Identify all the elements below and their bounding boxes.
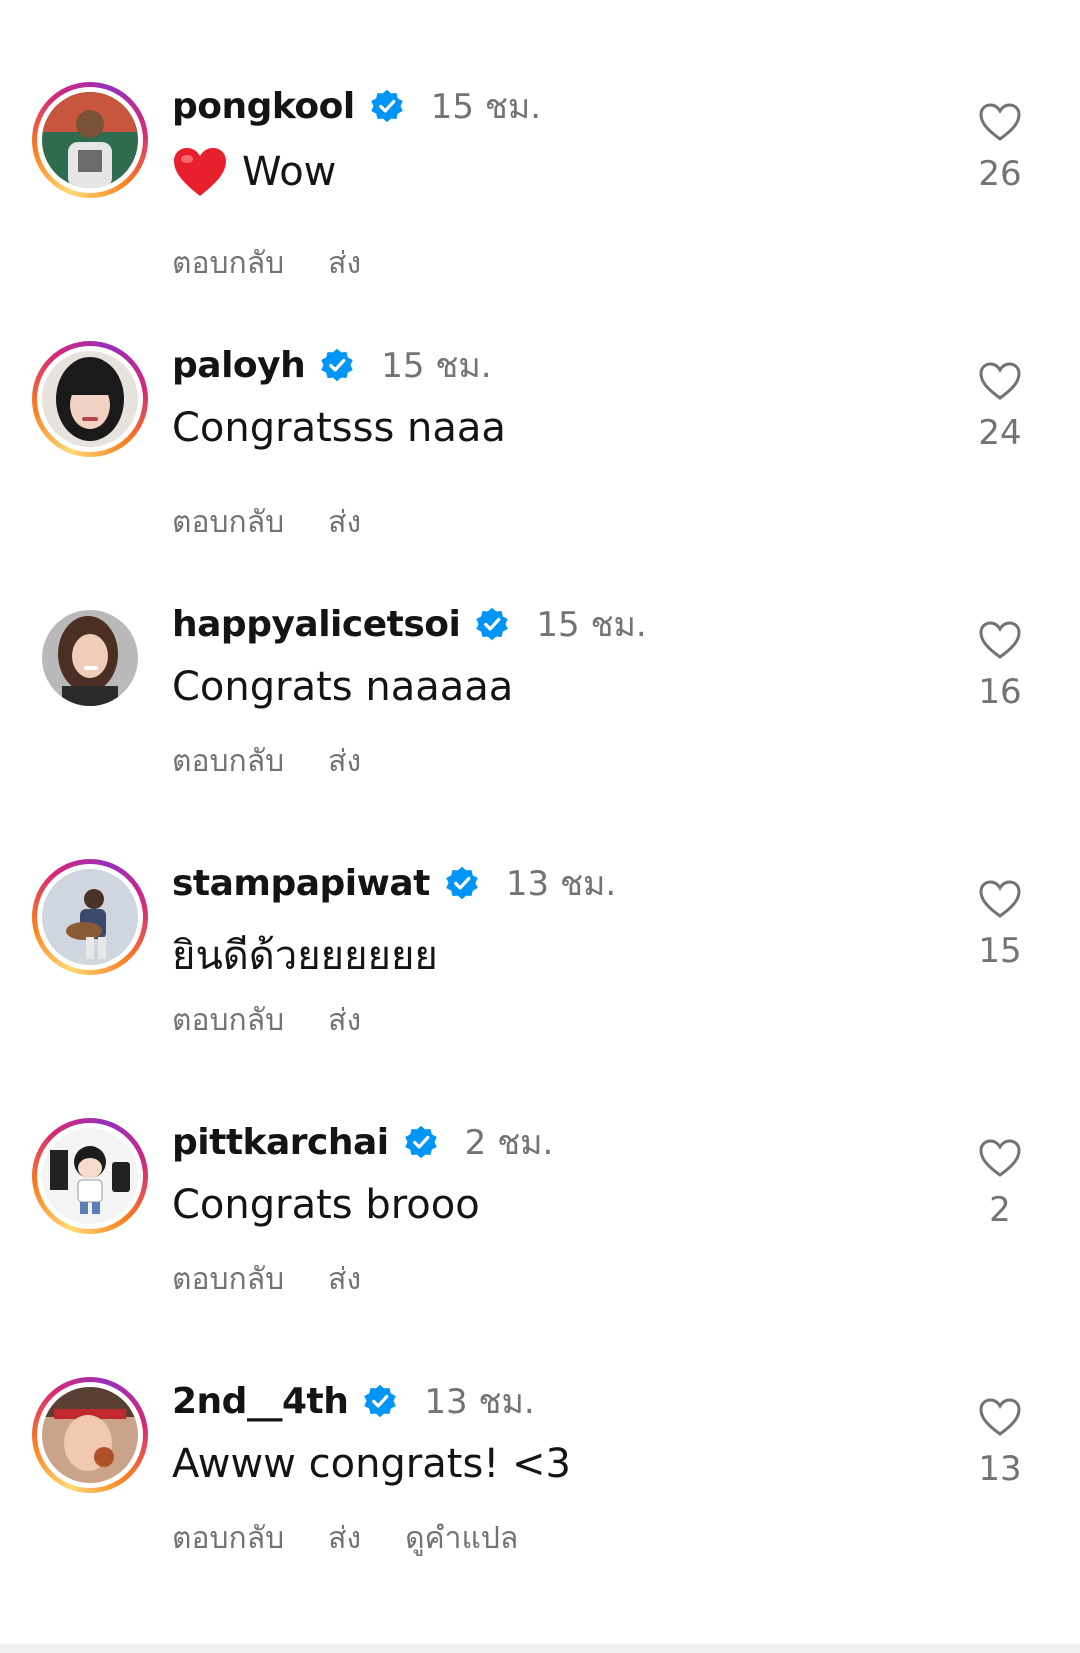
comment-text: ยินดีด้วยยยยยย xyxy=(172,923,438,987)
username[interactable]: pittkarchai xyxy=(172,1122,389,1163)
send-button[interactable]: ส่ง xyxy=(328,1256,361,1303)
avatar[interactable] xyxy=(32,1377,148,1493)
avatar[interactable] xyxy=(32,600,148,716)
comment-actions: ตอบกลับ ส่ง xyxy=(172,499,405,546)
comment-list: pongkool 15 ชม. Wow ตอบกลับ ส่ง 26 paloy… xyxy=(0,0,1080,1653)
heart-outline-icon[interactable] xyxy=(978,361,1022,401)
comment-item: happyalicetsoi 15 ชม. Congrats naaaaa ตอ… xyxy=(0,600,1080,852)
avatar[interactable] xyxy=(32,341,148,457)
comment-item: 2nd__4th 13 ชม. Awww congrats! <3 ตอบกลั… xyxy=(0,1377,1080,1629)
verified-badge-icon xyxy=(403,1124,439,1160)
avatar-image xyxy=(42,610,138,706)
reply-button[interactable]: ตอบกลับ xyxy=(172,499,284,546)
send-button[interactable]: ส่ง xyxy=(328,240,361,287)
like-count: 24 xyxy=(978,413,1022,453)
username[interactable]: stampapiwat xyxy=(172,863,430,904)
red-heart-emoji-icon xyxy=(172,146,228,198)
comment-text-body: Awww congrats! <3 xyxy=(172,1441,572,1487)
comment-header: stampapiwat 13 ชม. xyxy=(172,859,616,907)
like-area: 26 xyxy=(970,102,1030,194)
send-button[interactable]: ส่ง xyxy=(328,997,361,1044)
username[interactable]: 2nd__4th xyxy=(172,1381,349,1422)
see-translation-button[interactable]: ดูคำแปล xyxy=(405,1515,518,1562)
like-area: 15 xyxy=(970,879,1030,971)
username[interactable]: happyalicetsoi xyxy=(172,604,461,645)
comment-text-body: Wow xyxy=(242,149,337,195)
comment-item: stampapiwat 13 ชม. ยินดีด้วยยยยยย ตอบกลั… xyxy=(0,859,1080,1111)
like-count: 2 xyxy=(989,1190,1011,1230)
comment-text-body: Congratsss naaa xyxy=(172,405,506,451)
username[interactable]: paloyh xyxy=(172,345,306,386)
comment-actions: ตอบกลับ ส่ง xyxy=(172,997,405,1044)
comment-item: pongkool 15 ชม. Wow ตอบกลับ ส่ง 26 xyxy=(0,82,1080,334)
comment-header: pittkarchai 2 ชม. xyxy=(172,1118,553,1166)
like-area: 13 xyxy=(970,1397,1030,1489)
comment-time: 2 ชม. xyxy=(464,1123,554,1163)
heart-outline-icon[interactable] xyxy=(978,879,1022,919)
verified-badge-icon xyxy=(369,88,405,124)
reply-button[interactable]: ตอบกลับ xyxy=(172,240,284,287)
comment-item: paloyh 15 ชม. Congratsss naaa ตอบกลับ ส่… xyxy=(0,341,1080,593)
verified-badge-icon xyxy=(444,865,480,901)
avatar-image xyxy=(42,92,138,188)
comment-actions: ตอบกลับ ส่ง xyxy=(172,240,405,287)
comment-time: 15 ชม. xyxy=(536,605,647,645)
comment-header: 2nd__4th 13 ชม. xyxy=(172,1377,535,1425)
heart-outline-icon[interactable] xyxy=(978,1397,1022,1437)
comment-item: pittkarchai 2 ชม. Congrats brooo ตอบกลับ… xyxy=(0,1118,1080,1370)
comment-text: Congrats naaaaa xyxy=(172,664,513,710)
reply-button[interactable]: ตอบกลับ xyxy=(172,738,284,785)
avatar[interactable] xyxy=(32,1118,148,1234)
comment-text-body: Congrats brooo xyxy=(172,1182,480,1228)
like-count: 15 xyxy=(978,931,1022,971)
send-button[interactable]: ส่ง xyxy=(328,499,361,546)
avatar-image xyxy=(42,869,138,965)
like-area: 2 xyxy=(970,1138,1030,1230)
like-area: 16 xyxy=(970,620,1030,712)
reply-button[interactable]: ตอบกลับ xyxy=(172,997,284,1044)
send-button[interactable]: ส่ง xyxy=(328,738,361,785)
like-count: 13 xyxy=(978,1449,1022,1489)
avatar-image xyxy=(42,351,138,447)
like-count: 26 xyxy=(978,154,1022,194)
comment-header: happyalicetsoi 15 ชม. xyxy=(172,600,647,648)
comment-text: Wow xyxy=(172,146,336,198)
comment-actions: ตอบกลับ ส่ง xyxy=(172,738,405,785)
verified-badge-icon xyxy=(362,1383,398,1419)
comment-header: paloyh 15 ชม. xyxy=(172,341,492,389)
heart-outline-icon[interactable] xyxy=(978,102,1022,142)
divider xyxy=(0,1644,1080,1653)
comment-time: 15 ชม. xyxy=(430,87,542,127)
comment-actions: ตอบกลับ ส่ง ดูคำแปล xyxy=(172,1515,562,1562)
avatar[interactable] xyxy=(32,859,148,975)
comment-actions: ตอบกลับ ส่ง xyxy=(172,1256,405,1303)
avatar[interactable] xyxy=(32,82,148,198)
comment-text-body: ยินดีด้วยยยยยย xyxy=(172,933,438,979)
verified-badge-icon xyxy=(319,347,355,383)
comment-time: 15 ชม. xyxy=(381,346,492,386)
verified-badge-icon xyxy=(474,606,510,642)
avatar-image xyxy=(42,1128,138,1224)
comment-time: 13 ชม. xyxy=(424,1382,535,1422)
avatar-image xyxy=(42,1387,138,1483)
comment-text: Congrats brooo xyxy=(172,1182,480,1228)
comment-text: Awww congrats! <3 xyxy=(172,1441,571,1487)
comment-time: 13 ชม. xyxy=(505,864,617,904)
heart-outline-icon[interactable] xyxy=(978,620,1022,660)
comment-header: pongkool 15 ชม. xyxy=(172,82,541,130)
like-count: 16 xyxy=(978,672,1022,712)
comment-text: Congratsss naaa xyxy=(172,405,506,451)
reply-button[interactable]: ตอบกลับ xyxy=(172,1256,284,1303)
username[interactable]: pongkool xyxy=(172,86,355,127)
send-button[interactable]: ส่ง xyxy=(328,1515,361,1562)
reply-button[interactable]: ตอบกลับ xyxy=(172,1515,284,1562)
heart-outline-icon[interactable] xyxy=(978,1138,1022,1178)
comment-text-body: Congrats naaaaa xyxy=(172,664,514,710)
like-area: 24 xyxy=(970,361,1030,453)
